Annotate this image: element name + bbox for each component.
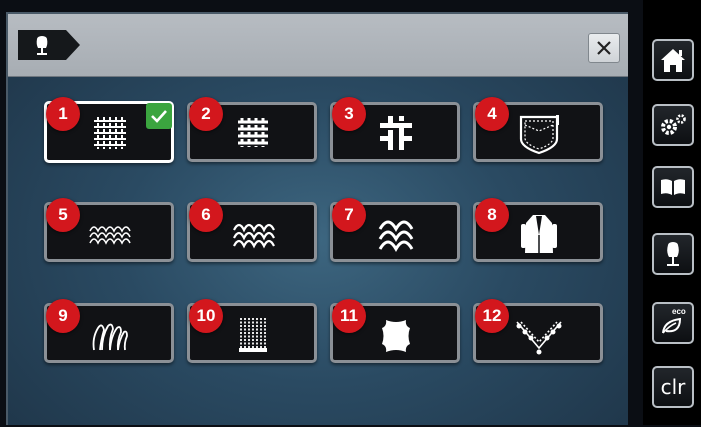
terry-cloth-icon	[239, 318, 267, 352]
leather-hide-icon	[382, 320, 410, 352]
coat-icon	[521, 215, 557, 253]
fabric-grid: 1 2 3 4 5 6 7 8 9 10 11 12	[8, 77, 628, 427]
eco-button[interactable]: eco	[652, 302, 694, 344]
fabric-selection-window: 1 2 3 4 5 6 7 8 9 10 11 12	[6, 12, 628, 425]
dress-form-icon	[667, 242, 679, 266]
mode-tab[interactable]	[18, 30, 80, 60]
eco-leaf-icon	[662, 317, 682, 334]
light-woven-fabric-icon	[94, 117, 126, 149]
tile-number-badge: 12	[475, 299, 509, 333]
medium-knit-fabric-icon	[233, 223, 275, 249]
tile-number-badge: 3	[332, 97, 366, 131]
tile-number-badge: 1	[46, 97, 80, 131]
tile-number-badge: 10	[189, 299, 223, 333]
check-icon	[151, 110, 167, 123]
heavy-woven-fabric-icon	[380, 116, 412, 150]
guide-book-icon	[661, 179, 685, 195]
tile-number-badge: 4	[475, 97, 509, 131]
medium-woven-fabric-icon	[238, 118, 268, 147]
settings-button[interactable]	[652, 104, 694, 146]
home-button[interactable]	[652, 39, 694, 81]
header-bar	[8, 14, 628, 77]
settings-gears-icon	[661, 114, 686, 135]
heavy-knit-fabric-icon	[378, 220, 414, 253]
light-knit-fabric-icon	[89, 226, 131, 245]
guide-button[interactable]	[652, 166, 694, 208]
sewing-mode-button[interactable]	[652, 233, 694, 275]
tile-number-badge: 5	[46, 198, 80, 232]
fur-pile-icon	[92, 323, 128, 351]
tile-number-badge: 11	[332, 299, 366, 333]
home-icon	[661, 49, 685, 72]
clear-button[interactable]: clr	[652, 366, 694, 408]
right-sidebar: eco clr	[643, 0, 701, 425]
close-icon	[597, 41, 611, 55]
denim-pocket-icon	[519, 115, 559, 155]
tile-number-badge: 8	[475, 198, 509, 232]
lace-icon	[516, 321, 562, 355]
tile-number-badge: 7	[332, 198, 366, 232]
tile-number-badge: 2	[189, 97, 223, 131]
clear-label: clr	[660, 375, 686, 399]
tile-number-badge: 6	[189, 198, 223, 232]
selected-checkmark	[146, 103, 172, 129]
close-button[interactable]	[588, 33, 620, 63]
tile-number-badge: 9	[46, 299, 80, 333]
